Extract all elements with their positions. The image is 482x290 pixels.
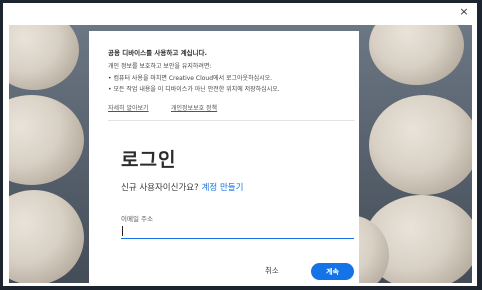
public-device-notice-title: 공용 디바이스를 사용하고 계십니다. xyxy=(108,49,207,57)
divider xyxy=(108,120,355,121)
close-icon[interactable]: × xyxy=(457,5,471,19)
text-cursor xyxy=(122,226,123,236)
new-user-text: 신규 사용자이신가요? xyxy=(121,183,199,193)
notice-bullet: • 컴퓨터 사용을 마치면 Creative Cloud에서 로그아웃하십시오. xyxy=(108,75,273,82)
dough-ball xyxy=(369,95,472,195)
new-user-prompt: 신규 사용자이신가요? 계정 만들기 xyxy=(121,181,243,193)
email-field[interactable] xyxy=(121,224,354,239)
privacy-policy-link[interactable]: 개인정보보호 정책 xyxy=(171,103,217,112)
notice-bullet: • 모든 작업 내용을 이 디바이스가 아닌 안전한 위치에 저장하십시오. xyxy=(108,86,280,93)
public-device-notice-subtitle: 개인 정보를 보호하고 보안을 유지하려면: xyxy=(108,63,212,70)
email-label: 이메일 주소 xyxy=(121,215,153,223)
learn-more-link[interactable]: 자세히 알아보기 xyxy=(108,103,149,112)
continue-button[interactable]: 계속 xyxy=(311,263,354,280)
login-dialog: 공용 디바이스를 사용하고 계십니다. 개인 정보를 보호하고 보안을 유지하려… xyxy=(89,31,359,286)
create-account-link[interactable]: 계정 만들기 xyxy=(202,183,244,193)
page-title: 로그인 xyxy=(121,149,177,171)
cancel-button[interactable]: 취소 xyxy=(265,265,279,276)
window-titlebar: × xyxy=(3,3,477,20)
login-window: × 공용 디바이스를 사용하고 계십니다. 개인 정보를 보호하고 보안을 유지… xyxy=(3,3,477,286)
